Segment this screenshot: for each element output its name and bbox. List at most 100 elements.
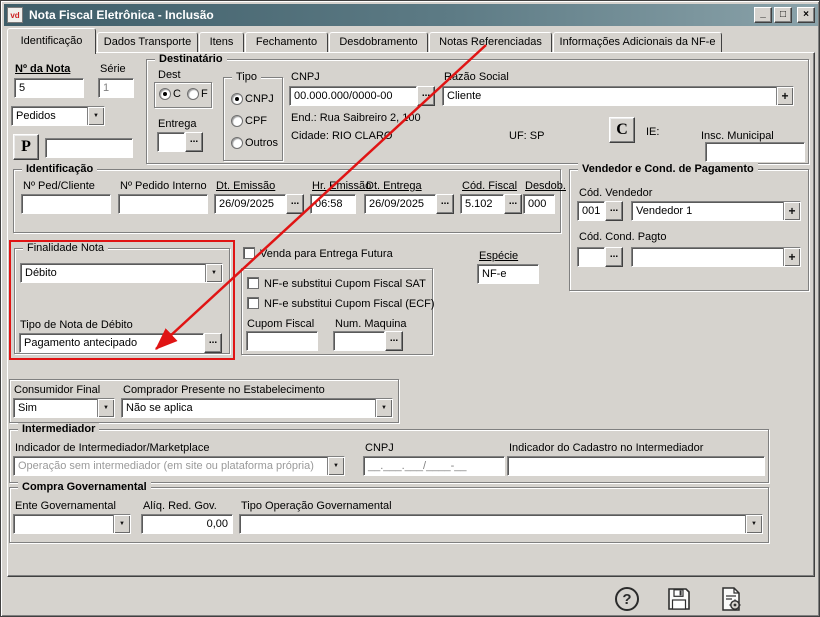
cond-pagto-ellipsis-button[interactable]: ... (605, 247, 623, 267)
p-button[interactable]: P (13, 134, 39, 160)
desdob-label: Desdob. (525, 180, 566, 193)
cod-fiscal-ellipsis-button[interactable]: ... (504, 194, 522, 214)
nota-label: Nº da Nota (15, 63, 70, 76)
radio-dest-c[interactable] (159, 88, 171, 100)
tab-identificacao[interactable]: Identificação (7, 28, 96, 54)
ecf-label: NF-e substitui Cupom Fiscal (ECF) (264, 298, 435, 311)
serie-input[interactable]: 1 (98, 78, 134, 98)
finalidade-group-title: Finalidade Nota (23, 242, 108, 255)
close-button[interactable]: × (797, 7, 815, 23)
pedidos-select[interactable]: Pedidos ▼ (11, 106, 105, 126)
indicador-intermediador-select[interactable]: Operação sem intermediador (em site ou p… (13, 456, 345, 476)
sat-checkbox[interactable] (247, 277, 259, 289)
nota-input[interactable]: 5 (14, 78, 84, 98)
consumidor-final-value: Sim (14, 399, 97, 417)
dt-entrega-calendar-button[interactable]: ... (436, 194, 454, 214)
tipo-operacao-governamental-value (240, 515, 745, 533)
cidade-text: Cidade: RIO CLARO (291, 130, 392, 143)
tab-notas-referenciadas[interactable]: Notas Referenciadas (429, 32, 552, 52)
save-button[interactable] (665, 585, 693, 613)
titlebar: vd Nota Fiscal Eletrônica - Inclusão _ □… (4, 4, 818, 26)
razao-social-select[interactable]: Cliente + (442, 86, 794, 106)
hr-emissao-label: Hr. Emissão (312, 180, 371, 193)
document-gear-icon (718, 586, 744, 612)
intermediador-cnpj-label: CNPJ (365, 442, 394, 455)
tab-fechamento[interactable]: Fechamento (245, 32, 328, 52)
help-button[interactable]: ? (613, 585, 641, 613)
tab-informacoes-adicionais-nfe[interactable]: Informações Adicionais da NF-e (553, 32, 722, 52)
entrega-futura-checkbox[interactable] (243, 247, 255, 259)
dropdown-arrow-icon[interactable]: ▼ (87, 107, 104, 125)
finalidade-select[interactable]: Débito ▼ (20, 263, 223, 283)
cnpj-label: CNPJ (291, 71, 320, 84)
compra-governamental-group-title: Compra Governamental (18, 481, 151, 494)
radio-tipo-outros[interactable] (231, 137, 243, 149)
radio-dest-f-label: F (201, 88, 208, 101)
minimize-button[interactable]: _ (754, 7, 772, 23)
indicador-intermediador-value: Operação sem intermediador (em site ou p… (14, 457, 327, 475)
radio-tipo-cnpj[interactable] (231, 93, 243, 105)
cupom-fiscal-input[interactable] (246, 331, 318, 351)
tab-itens[interactable]: Itens (199, 32, 244, 52)
dropdown-arrow-icon[interactable]: ▼ (327, 457, 344, 475)
cod-vendedor-input[interactable]: 001 (577, 201, 605, 221)
plus-icon[interactable]: + (783, 248, 800, 266)
cod-vendedor-ellipsis-button[interactable]: ... (605, 201, 623, 221)
ped-cliente-input[interactable] (21, 194, 111, 214)
radio-tipo-cnpj-label: CNPJ (245, 93, 274, 106)
dropdown-arrow-icon[interactable]: ▼ (745, 515, 762, 533)
vendedor-select[interactable]: Vendedor 1 + (631, 201, 801, 221)
dt-emissao-label: Dt. Emissão (216, 180, 275, 193)
c-button[interactable]: C (609, 117, 635, 143)
comprador-presente-value: Não se aplica (122, 399, 375, 417)
ecf-checkbox[interactable] (247, 297, 259, 309)
dt-entrega-label: Dt. Entrega (366, 180, 422, 193)
desdob-input[interactable]: 000 (523, 194, 555, 214)
entrega-ellipsis-button[interactable]: ... (185, 132, 203, 152)
aliq-red-gov-input[interactable]: 0,00 (141, 514, 233, 534)
dt-emissao-input[interactable]: 26/09/2025 (214, 194, 286, 214)
pedido-interno-input[interactable] (118, 194, 208, 214)
especie-label: Espécie (479, 250, 518, 263)
uf-text: UF: SP (509, 130, 544, 143)
cnpj-input[interactable]: 00.000.000/0000-00 (289, 86, 417, 106)
consumidor-final-select[interactable]: Sim ▼ (13, 398, 115, 418)
tipo-nota-debito-input[interactable]: Pagamento antecipado (19, 333, 204, 353)
pedido-busca-input[interactable] (45, 138, 133, 158)
dropdown-arrow-icon[interactable]: ▼ (375, 399, 392, 417)
radio-dest-f[interactable] (187, 88, 199, 100)
ente-governamental-select[interactable]: ▼ (13, 514, 131, 534)
maximize-button[interactable]: □ (774, 7, 792, 23)
cupom-fiscal-label: Cupom Fiscal (247, 318, 314, 331)
cod-vendedor-label: Cód. Vendedor (579, 187, 652, 200)
cond-pagto-input[interactable] (577, 247, 605, 267)
dt-entrega-input[interactable]: 26/09/2025 (364, 194, 436, 214)
plus-icon[interactable]: + (776, 87, 793, 105)
tipo-nota-debito-ellipsis-button[interactable]: ... (204, 333, 222, 353)
cond-pagto-select[interactable]: + (631, 247, 801, 267)
dropdown-arrow-icon[interactable]: ▼ (205, 264, 222, 282)
comprador-presente-select[interactable]: Não se aplica ▼ (121, 398, 393, 418)
entrega-label: Entrega (158, 118, 197, 131)
radio-tipo-cpf[interactable] (231, 115, 243, 127)
entrega-input[interactable] (157, 132, 185, 152)
dropdown-arrow-icon[interactable]: ▼ (97, 399, 114, 417)
tab-dados-transporte[interactable]: Dados Transporte (97, 32, 198, 52)
plus-icon[interactable]: + (783, 202, 800, 220)
cnpj-ellipsis-button[interactable]: ... (417, 86, 435, 106)
hr-emissao-input[interactable]: 06:58 (310, 194, 356, 214)
tab-desdobramento[interactable]: Desdobramento (329, 32, 428, 52)
consumidor-final-label: Consumidor Final (14, 384, 100, 397)
cod-fiscal-input[interactable]: 5.102 (460, 194, 504, 214)
especie-input[interactable]: NF-e (477, 264, 539, 284)
intermediador-cnpj-input[interactable]: __.___.___/____-__ (363, 456, 505, 476)
dropdown-arrow-icon[interactable]: ▼ (113, 515, 130, 533)
tipo-operacao-governamental-select[interactable]: ▼ (239, 514, 763, 534)
indicador-cadastro-input[interactable] (507, 456, 765, 476)
num-maquina-input[interactable] (333, 331, 385, 351)
pedido-interno-label: Nº Pedido Interno (120, 180, 207, 193)
document-gear-button[interactable] (717, 585, 745, 613)
insc-municipal-input[interactable] (705, 142, 805, 162)
num-maquina-ellipsis-button[interactable]: ... (385, 331, 403, 351)
dt-emissao-calendar-button[interactable]: ... (286, 194, 304, 214)
